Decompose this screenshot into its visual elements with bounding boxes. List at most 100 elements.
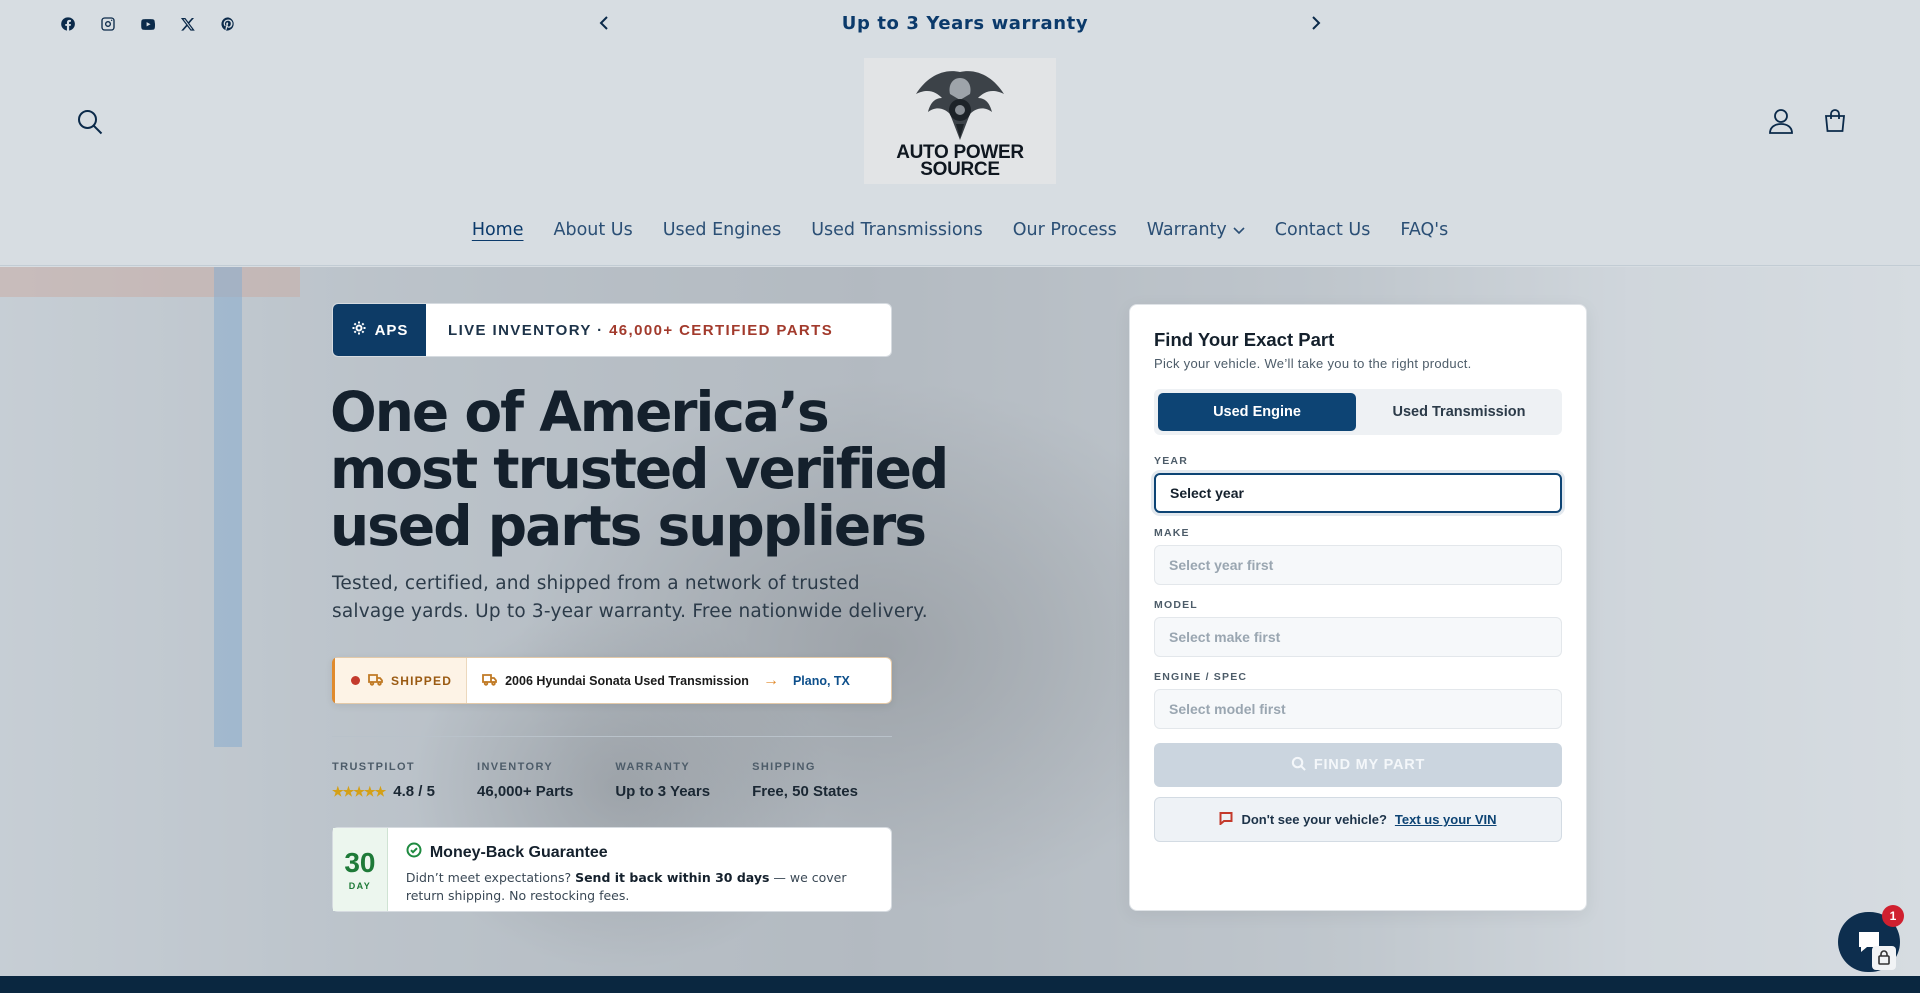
- guarantee-title-row: Money-Back Guarantee: [406, 842, 873, 863]
- guarantee-title: Money-Back Guarantee: [429, 843, 608, 861]
- chevron-down-icon: [1233, 220, 1245, 240]
- money-back-guarantee-card: 30 DAY Money-Back Guarantee Didn’t meet …: [332, 827, 892, 912]
- make-select[interactable]: Select year first: [1154, 545, 1562, 585]
- vin-prompt-text: Don't see your vehicle?: [1241, 812, 1387, 827]
- instagram-icon[interactable]: [98, 14, 118, 34]
- recent-shipment-ticker: SHIPPED 2006 Hyundai Sonata Used Transmi…: [332, 657, 892, 704]
- announcement-next-button[interactable]: [1306, 13, 1326, 33]
- stat-warranty: WARRANTY Up to 3 Years: [615, 761, 710, 800]
- finder-subtitle: Pick your vehicle. We’ll take you to the…: [1154, 356, 1472, 371]
- year-select[interactable]: Select year: [1154, 473, 1562, 513]
- engine-spec-label: ENGINE / SPEC: [1154, 671, 1248, 683]
- stat-label: WARRANTY: [615, 761, 691, 773]
- inventory-count: 46,000+ CERTIFIED PARTS: [609, 321, 834, 339]
- nav-item-warranty[interactable]: Warranty: [1132, 220, 1260, 240]
- engine-spec-select[interactable]: Select model first: [1154, 689, 1562, 729]
- stat-value-row: ★★★★★ 4.8 / 5: [332, 783, 435, 800]
- shipment-item: 2006 Hyundai Sonata Used Transmission: [467, 673, 749, 689]
- search-icon[interactable]: [76, 108, 104, 136]
- brand-badge: APS: [333, 304, 426, 356]
- brand-badge-label: APS: [374, 321, 409, 339]
- hero-background: [0, 267, 1920, 976]
- tab-used-transmission[interactable]: Used Transmission: [1360, 393, 1558, 431]
- site-header: AUTO POWER SOURCE Home About Us Used Eng…: [0, 46, 1920, 266]
- stat-value: Free, 50 States: [752, 783, 858, 800]
- stat-label: SHIPPING: [752, 761, 816, 773]
- footer-strip: [0, 976, 1920, 993]
- find-my-part-button[interactable]: FIND MY PART: [1154, 743, 1562, 787]
- announcement-bar: Up to 3 Years warranty: [0, 0, 1920, 46]
- pinterest-icon[interactable]: [218, 14, 238, 34]
- accessibility-icon[interactable]: [1872, 946, 1896, 970]
- inventory-label: LIVE INVENTORY ·: [448, 321, 610, 339]
- nav-label: Contact Us: [1274, 220, 1371, 240]
- finder-title: Find Your Exact Part: [1154, 329, 1335, 350]
- cart-icon[interactable]: [1822, 108, 1848, 134]
- message-icon: [1219, 811, 1233, 828]
- guarantee-days-unit: DAY: [348, 880, 372, 891]
- model-label: MODEL: [1154, 599, 1198, 611]
- star-rating-icon: ★★★★★: [332, 783, 386, 799]
- nav-item-home[interactable]: Home: [457, 220, 539, 240]
- guarantee-desc-bold: Send it back within 30 days: [575, 870, 770, 885]
- text-vin-link[interactable]: Text us your VIN: [1395, 812, 1497, 827]
- part-finder-card: Find Your Exact Part Pick your vehicle. …: [1129, 304, 1587, 911]
- truck-icon: [482, 673, 497, 689]
- guarantee-description: Didn’t meet expectations? Send it back w…: [406, 869, 873, 905]
- tab-used-engine[interactable]: Used Engine: [1158, 393, 1356, 431]
- find-my-part-label: FIND MY PART: [1313, 757, 1426, 773]
- stat-value: Up to 3 Years: [615, 783, 711, 800]
- stat-trustpilot: TRUSTPILOT ★★★★★ 4.8 / 5: [332, 761, 435, 800]
- shipped-label: SHIPPED: [391, 673, 453, 688]
- facebook-icon[interactable]: [58, 14, 78, 34]
- part-type-tabs: Used Engine Used Transmission: [1154, 389, 1562, 435]
- gear-icon: [351, 320, 367, 340]
- eagle-logo-icon: [916, 71, 1004, 140]
- divider: [332, 736, 892, 737]
- stat-inventory: INVENTORY 46,000+ Parts: [477, 761, 573, 800]
- stat-label: INVENTORY: [476, 761, 554, 773]
- shipment-location: Plano, TX: [792, 673, 850, 688]
- nav-item-faqs[interactable]: FAQ's: [1385, 220, 1463, 240]
- stat-value: 46,000+ Parts: [476, 783, 574, 800]
- model-select[interactable]: Select make first: [1154, 617, 1562, 657]
- youtube-icon[interactable]: [138, 14, 158, 34]
- account-icon[interactable]: [1766, 106, 1796, 136]
- guarantee-days-number: 30: [344, 846, 376, 878]
- shipment-product: 2006 Hyundai Sonata Used Transmission: [505, 673, 749, 688]
- stat-label: TRUSTPILOT: [332, 761, 416, 773]
- search-icon: [1291, 756, 1306, 775]
- guarantee-body: Money-Back Guarantee Didn’t meet expecta…: [388, 828, 891, 911]
- hero-headline: One of America’s most trusted verified u…: [330, 380, 949, 558]
- hero-overlay: [0, 267, 1920, 976]
- live-inventory-badge: APS LIVE INVENTORY · 46,000+ CERTIFIED P…: [332, 303, 892, 357]
- logo-line-2: SOURCE: [920, 159, 1000, 180]
- logo-text: AUTO POWER SOURCE: [896, 143, 1024, 180]
- nav-label: About Us: [553, 220, 633, 240]
- x-icon[interactable]: [178, 14, 198, 34]
- nav-label: FAQ's: [1400, 220, 1449, 240]
- nav-item-used-transmissions[interactable]: Used Transmissions: [796, 220, 998, 240]
- chat-unread-badge: 1: [1882, 905, 1904, 927]
- announcement-text: Up to 3 Years warranty: [841, 13, 1089, 34]
- stat-shipping: SHIPPING Free, 50 States: [752, 761, 858, 800]
- shipped-tag: SHIPPED: [335, 658, 468, 703]
- stat-value: 4.8 / 5: [393, 783, 435, 800]
- year-label: YEAR: [1154, 455, 1188, 467]
- inventory-badge-text: LIVE INVENTORY · 46,000+ CERTIFIED PARTS: [426, 322, 833, 339]
- truck-icon: [368, 673, 383, 689]
- make-label: MAKE: [1154, 527, 1190, 539]
- nav-item-about-us[interactable]: About Us: [539, 220, 648, 240]
- nav-item-contact-us[interactable]: Contact Us: [1260, 220, 1386, 240]
- arrow-right-icon: →: [762, 671, 779, 689]
- nav-item-used-engines[interactable]: Used Engines: [648, 220, 796, 240]
- check-circle-icon: [406, 842, 422, 863]
- guarantee-desc-prefix: Didn’t meet expectations?: [405, 870, 576, 885]
- hero-subhead: Tested, certified, and shipped from a ne…: [332, 573, 928, 622]
- nav-item-our-process[interactable]: Our Process: [998, 220, 1132, 240]
- nav-label: Warranty: [1146, 220, 1227, 240]
- nav-label: Home: [471, 220, 524, 240]
- site-logo[interactable]: AUTO POWER SOURCE: [864, 58, 1056, 184]
- guarantee-days-badge: 30 DAY: [333, 828, 388, 911]
- live-dot-icon: [351, 676, 360, 685]
